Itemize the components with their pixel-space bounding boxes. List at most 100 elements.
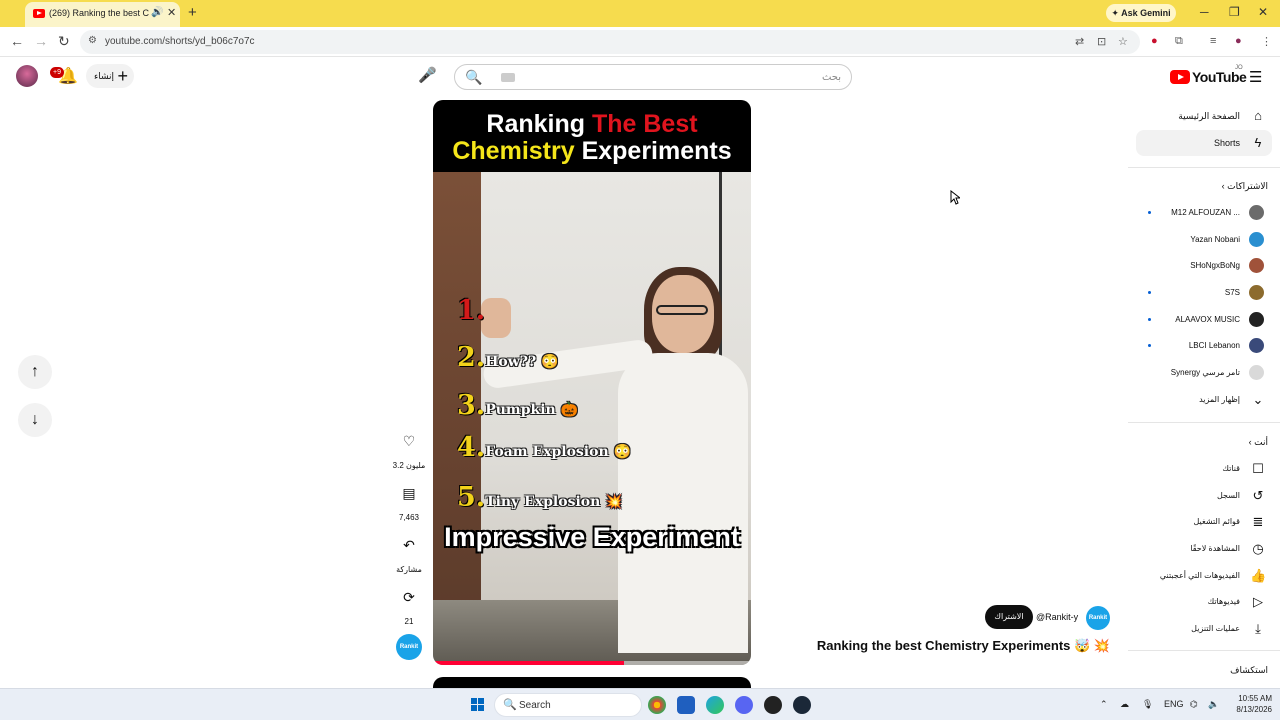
channel-avatar[interactable]: Rankit [1086,606,1110,630]
progress-bar[interactable] [433,661,751,665]
ask-gemini-button[interactable]: ✦ Ask Gemini [1106,4,1176,22]
back-icon[interactable]: ← [10,33,24,49]
chrome-app-icon[interactable] [648,696,666,714]
shorts-icon: ϟ [1254,135,1262,150]
youtube-logo[interactable]: YouTube JO [1170,65,1250,87]
next-short-button[interactable]: ↓ [18,403,52,437]
steam-app-icon[interactable] [793,696,811,714]
guide-menu-icon[interactable]: ☰ [1249,68,1262,86]
sidebar-item-label: Yazan Nobani [1190,235,1240,244]
sidebar-item-watch-later[interactable]: المشاهدة لاحقًا ◷ [1136,536,1272,562]
channel-avatar-button[interactable]: Rankit [396,634,422,660]
close-window-icon[interactable]: ✕ [1258,5,1268,19]
translate-icon[interactable]: ⇄ [1075,35,1084,48]
liked-icon: 👍 [1250,568,1267,583]
wifi-icon[interactable]: ⌬ [1190,699,1198,710]
voice-search-mic-icon[interactable]: 🎤 [418,66,437,84]
tray-expand-icon[interactable]: ⌃ [1100,699,1108,710]
sidebar-item-subscription[interactable]: S7S [1136,280,1272,306]
sidebar-item-downloads[interactable]: عمليات التنزيل ⤓ [1136,616,1272,642]
subscriptions-header-label: الاشتراكات [1227,181,1268,191]
account-avatar[interactable] [16,65,38,87]
install-icon[interactable]: ⊡ [1097,35,1106,48]
maximize-icon[interactable]: ❐ [1229,5,1240,19]
sidebar-item-home[interactable]: الصفحة الرئيسية ⌂ [1136,103,1272,129]
search-icon: 🔍 [503,699,517,711]
channel-avatar [1249,338,1264,353]
taskbar-search[interactable]: 🔍 Search [494,693,642,717]
sidebar-item-label: قناتك [1222,464,1240,473]
channel-avatar [1249,232,1264,247]
sidebar-item-subscription[interactable]: LBCI Lebanon [1136,333,1272,359]
forward-icon[interactable]: → [34,33,48,49]
edge-app-icon[interactable] [706,696,724,714]
windows-start-icon[interactable] [471,698,485,712]
speaker-icon[interactable]: 🔊 [151,7,163,18]
opera-extension-icon[interactable]: ● [1151,35,1158,47]
volume-icon[interactable]: 🔈 [1208,699,1219,710]
sidebar-item-label: LBCI Lebanon [1188,341,1240,350]
remix-button[interactable]: ⟳ [396,584,422,610]
minimize-icon[interactable]: ─ [1200,5,1209,19]
file-explorer-icon[interactable] [677,696,695,714]
github-app-icon[interactable] [764,696,782,714]
downloads-icon: ⤓ [1255,621,1261,636]
sidebar-item-history[interactable]: السجل ↺ [1136,483,1272,509]
you-header-label: أنت [1254,437,1268,447]
you-header[interactable]: ‹ أنت [1249,437,1268,448]
url-text: youtube.com/shorts/yd_b06c7o7c [105,36,255,47]
sidebar-item-shorts[interactable]: Shorts ϟ [1136,130,1272,156]
site-info-icon[interactable]: ⚙ [88,35,97,46]
share-button[interactable]: ↶ [396,532,422,558]
show-more-label: إظهار المزيد [1199,395,1240,404]
keyboard-icon[interactable] [501,73,515,82]
taskbar-clock[interactable]: 10:55 AM 8/13/2026 [1228,693,1272,715]
address-bar[interactable]: ⚙ youtube.com/shorts/yd_b06c7o7c [80,30,1140,54]
sidebar-item-playlists[interactable]: قوائم التشغيل ≣ [1136,509,1272,535]
sidebar-item-subscription[interactable]: Yazan Nobani [1136,227,1272,253]
sidebar-item-subscription[interactable]: M12 ALFOUZAN ... [1136,200,1272,226]
browser-menu-icon[interactable]: ⋮ [1261,35,1272,48]
extensions-icon[interactable]: ⧉ [1175,35,1183,48]
video-title[interactable]: Ranking the best Chemistry Experiments 🤯… [780,638,1110,654]
cloud-icon[interactable]: ☁ [1120,699,1129,710]
sidebar-item-subscription[interactable]: SHoNgxBoNg [1136,253,1272,279]
previous-short-button[interactable]: ↑ [18,355,52,389]
sidebar-item-subscription[interactable]: ALAAVOX MUSIC [1136,307,1272,333]
lab-coat [618,353,748,653]
watch-later-icon: ◷ [1252,541,1264,556]
rank-item: 2.How?? 😳 [457,342,559,373]
create-button[interactable]: إنشاء + [86,64,134,88]
mic-tray-icon[interactable]: 🎙 [1142,699,1153,710]
show-more-button[interactable]: إظهار المزيد ⌄ [1136,387,1272,413]
browser-toolbar: ← → ↻ ⚙ youtube.com/shorts/yd_b06c7o7c ⇄… [0,27,1280,57]
subscriptions-header[interactable]: ‹ الاشتراكات [1222,181,1268,192]
divider [1128,167,1280,168]
channel-handle[interactable]: @Rankit-y [1036,612,1084,622]
profile-avatar-icon[interactable]: ● [1235,35,1242,47]
bookmark-star-icon[interactable]: ☆ [1118,35,1128,48]
sidebar-item-your-channel[interactable]: قناتك ☐ [1136,456,1272,482]
short-video-player[interactable]: Ranking The Best Chemistry Experiments 1… [433,100,751,665]
sidebar-item-liked-videos[interactable]: الفيديوهات التي أعجبتني 👍 [1136,563,1272,589]
language-indicator[interactable]: ENG [1164,699,1184,709]
search-icon[interactable]: 🔍 [465,69,482,86]
new-tab-button[interactable]: + [188,4,197,21]
sidebar-item-label: المشاهدة لاحقًا [1190,544,1240,553]
media-control-icon[interactable]: ≡ [1210,35,1216,47]
new-content-dot [1148,291,1151,294]
sidebar-item-your-videos[interactable]: فيديوهاتك ▷ [1136,589,1272,615]
close-tab-icon[interactable]: ✕ [167,6,176,19]
ask-gemini-label: Ask Gemini [1121,8,1171,18]
subscribe-button[interactable]: الاشتراك [985,605,1033,629]
comments-button[interactable]: ▤ [396,480,422,506]
sidebar-item-subscription[interactable]: Synergy تامر مرسي [1136,360,1272,386]
discord-app-icon[interactable] [735,696,753,714]
browser-tab[interactable]: (269) Ranking the best Che 🔊 ✕ [25,2,180,27]
like-button[interactable]: ♡ [396,428,422,454]
arrow-up-icon: ↑ [31,363,39,380]
search-input[interactable]: 🔍 بحث [454,64,852,90]
youtube-header: 🔔 +9 إنشاء + 🎤 🔍 بحث YouTube JO ☰ [0,57,1280,99]
taskbar-search-label: Search [519,700,551,711]
reload-icon[interactable]: ↻ [58,33,70,50]
